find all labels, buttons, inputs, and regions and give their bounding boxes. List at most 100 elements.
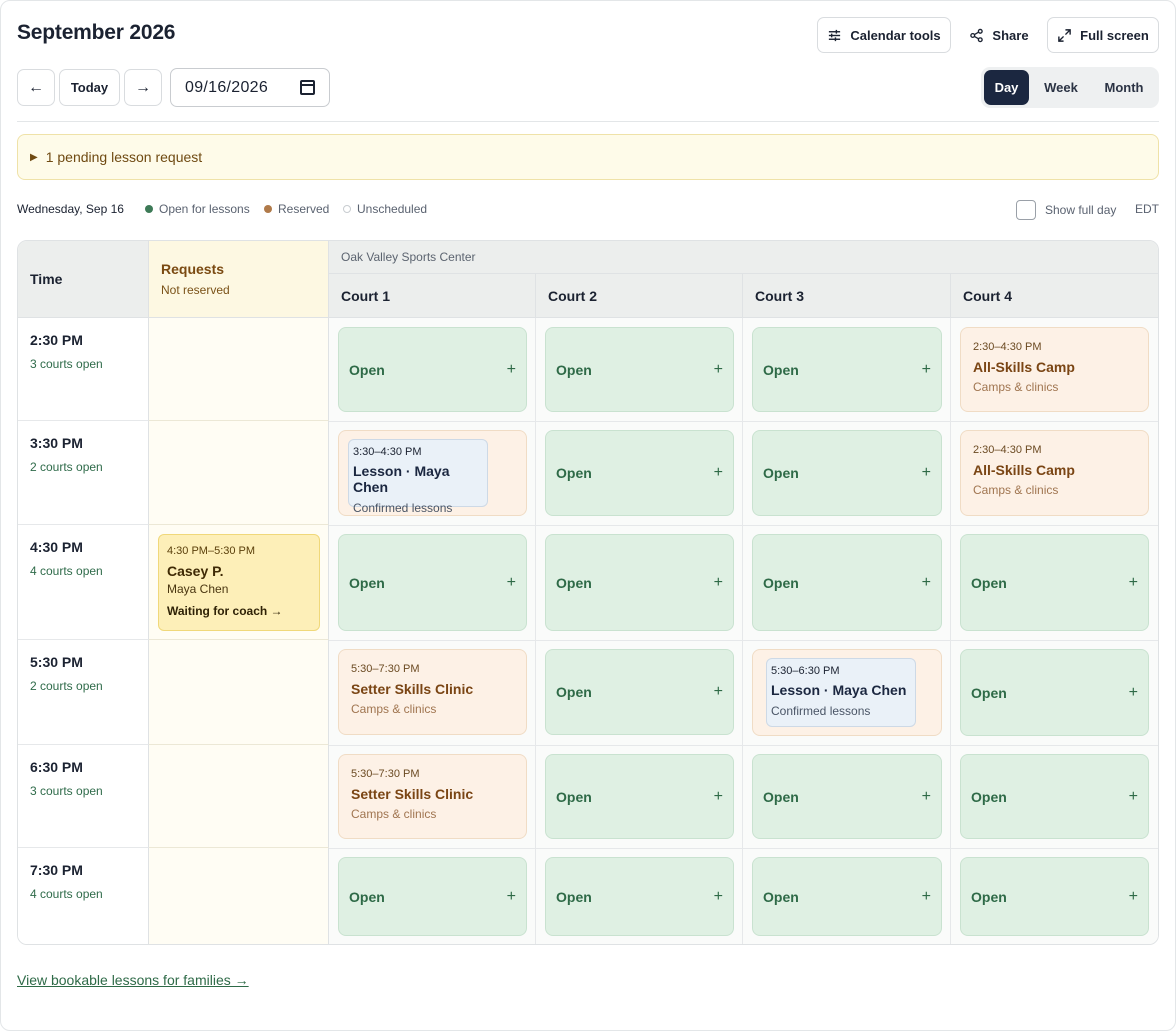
prev-day-button[interactable]: ← — [17, 69, 55, 106]
open-slot-button[interactable]: Open + — [545, 327, 734, 412]
show-full-day-checkbox[interactable] — [1016, 200, 1036, 220]
open-slot-button[interactable]: Open + — [960, 649, 1149, 736]
open-slot-button[interactable]: Open + — [545, 430, 734, 516]
calendar-tools-label: Calendar tools — [850, 27, 941, 43]
plus-icon: + — [1128, 573, 1138, 591]
view-month-tab[interactable]: Month — [1093, 70, 1155, 105]
share-label: Share — [992, 27, 1029, 43]
open-slot-button[interactable]: Open + — [960, 534, 1149, 631]
open-slot-button[interactable]: Open + — [752, 327, 942, 412]
fullscreen-button[interactable]: Full screen — [1047, 17, 1159, 53]
event-name: All-Skills Camp — [973, 462, 1075, 478]
request-slot — [149, 318, 329, 421]
open-slot-button[interactable]: Open + — [338, 857, 527, 936]
open-label: Open — [349, 361, 385, 378]
pending-requests-banner[interactable]: ▶ 1 pending lesson request — [17, 134, 1159, 180]
open-slot-button[interactable]: Open + — [545, 857, 734, 936]
lesson-event-card[interactable]: 5:30–6:30 PM Lesson · Maya Chen Confirme… — [766, 658, 916, 727]
legend-row: Wednesday, Sep 16 Open for lessons Reser… — [17, 200, 1159, 220]
court-4-column — [951, 318, 1158, 944]
event-name: Lesson · Maya Chen — [353, 463, 450, 495]
share-button[interactable]: Share — [960, 17, 1038, 53]
event-category: Camps & clinics — [973, 380, 1059, 394]
court-2-header: Court 2 — [536, 274, 743, 318]
request-slot — [149, 745, 329, 848]
date-picker-input[interactable]: 09/16/2026 — [170, 68, 330, 107]
disclosure-triangle-icon: ▶ — [30, 151, 38, 163]
lesson-request-card[interactable]: 4:30 PM–5:30 PM Casey P. Maya Chen Waiti… — [158, 534, 320, 631]
view-week-tab[interactable]: Week — [1035, 70, 1087, 105]
row-time-label: 6:30 PM — [30, 759, 83, 775]
row-divider — [329, 745, 1158, 746]
open-slot-button[interactable]: Open + — [338, 327, 527, 412]
court-2-column — [536, 318, 743, 944]
event-category: Camps & clinics — [351, 702, 437, 716]
open-label: Open — [349, 888, 385, 905]
row-divider — [329, 848, 1158, 849]
plus-icon: + — [1128, 683, 1138, 701]
request-status-link[interactable]: Waiting for coach → — [167, 604, 319, 618]
open-label: Open — [556, 888, 592, 905]
open-slot-button[interactable]: Open + — [545, 649, 734, 735]
open-slot-button[interactable]: Open + — [960, 754, 1149, 839]
plus-icon: + — [1128, 787, 1138, 805]
open-label: Open — [971, 684, 1007, 701]
row-time-label: 2:30 PM — [30, 332, 83, 348]
time-row-330: 3:30 PM 2 courts open — [18, 421, 149, 525]
open-label: Open — [763, 574, 799, 591]
requests-header-subtitle: Not reserved — [161, 283, 230, 297]
arrow-right-icon: → — [135, 78, 151, 96]
today-button[interactable]: Today — [59, 69, 120, 106]
open-slot-button[interactable]: Open + — [752, 534, 942, 631]
view-mode-switcher: Day Week Month — [981, 67, 1159, 108]
court-4-header: Court 4 — [951, 274, 1158, 318]
plus-icon: + — [1128, 887, 1138, 905]
calendar-tools-button[interactable]: Calendar tools — [817, 17, 951, 53]
plus-icon: + — [713, 360, 723, 378]
open-label: Open — [556, 465, 592, 481]
next-day-button[interactable]: → — [124, 69, 162, 106]
time-row-730: 7:30 PM 4 courts open — [18, 848, 149, 944]
open-slot-button[interactable]: Open + — [960, 857, 1149, 936]
event-name: Setter Skills Clinic — [351, 786, 474, 802]
open-label: Open — [763, 361, 799, 378]
view-day-tab[interactable]: Day — [984, 70, 1029, 105]
timezone-label: EDT — [1135, 202, 1159, 216]
time-row-230: 2:30 PM 3 courts open — [18, 318, 149, 421]
event-name: All-Skills Camp — [973, 359, 1075, 375]
clinic-event-card[interactable]: 5:30–7:30 PM Setter Skills Clinic Camps … — [338, 649, 527, 735]
row-time-label: 5:30 PM — [30, 654, 83, 670]
court-1-column — [329, 318, 536, 944]
plus-icon: + — [506, 573, 516, 591]
open-slot-button[interactable]: Open + — [545, 534, 734, 631]
open-slot-button[interactable]: Open + — [545, 754, 734, 839]
plus-icon: + — [506, 887, 516, 905]
open-slot-button[interactable]: Open + — [752, 857, 942, 936]
court-1-header: Court 1 — [329, 274, 536, 318]
lesson-event-card[interactable]: 3:30–4:30 PM Lesson · Maya Chen Confirme… — [348, 439, 488, 515]
row-time-label: 7:30 PM — [30, 862, 83, 878]
row-open-count: 3 courts open — [30, 357, 103, 371]
open-label: Open — [556, 684, 592, 700]
row-divider — [329, 421, 1158, 422]
time-row-430: 4:30 PM 4 courts open — [18, 525, 149, 640]
event-category: Camps & clinics — [973, 483, 1059, 497]
bookable-lessons-link[interactable]: View bookable lessons for families → — [17, 972, 249, 988]
requests-column-header: Requests Not reserved — [149, 241, 329, 318]
plus-icon: + — [506, 360, 516, 378]
open-slot-button[interactable]: Open + — [752, 754, 942, 839]
camp-event-card[interactable]: 2:30–4:30 PM All-Skills Camp Camps & cli… — [960, 327, 1149, 412]
event-name: Lesson · Maya Chen — [771, 682, 907, 698]
row-open-count: 4 courts open — [30, 887, 103, 901]
calendar-icon[interactable] — [300, 80, 315, 95]
clinic-event-card[interactable]: 5:30–7:30 PM Setter Skills Clinic Camps … — [338, 754, 527, 839]
open-slot-button[interactable]: Open + — [752, 430, 942, 516]
open-slot-button[interactable]: Open + — [338, 534, 527, 631]
time-column-header: Time — [18, 241, 149, 318]
camp-event-card[interactable]: 2:30–4:30 PM All-Skills Camp Camps & cli… — [960, 430, 1149, 516]
open-label: Open — [971, 788, 1007, 805]
legend-reserved: Reserved — [264, 202, 329, 216]
open-label: Open — [971, 888, 1007, 905]
show-full-day-toggle[interactable]: Show full day — [1016, 200, 1116, 220]
open-label: Open — [349, 574, 385, 591]
